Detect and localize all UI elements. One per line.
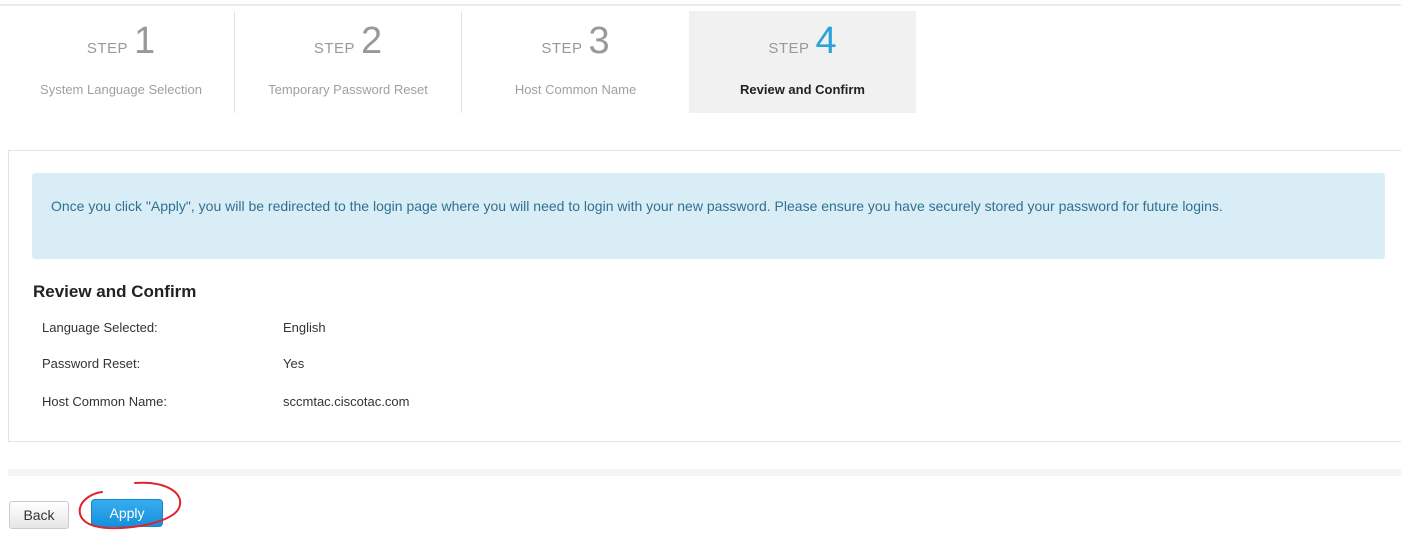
red-circle-annotation [78, 481, 182, 530]
step-2-label: Temporary Password Reset [268, 82, 428, 97]
step-2: STEP 2 Temporary Password Reset [235, 11, 462, 113]
step-word: STEP [768, 40, 810, 57]
review-row-password: Password Reset: Yes [42, 356, 304, 371]
footer-divider [8, 469, 1401, 476]
step-4-label: Review and Confirm [740, 82, 865, 97]
section-title: Review and Confirm [33, 282, 197, 301]
review-label: Host Common Name: [42, 394, 167, 409]
step-1-label: System Language Selection [40, 82, 202, 97]
step-3: STEP 3 Host Common Name [462, 11, 689, 113]
review-label: Language Selected: [42, 320, 158, 335]
review-value: Yes [283, 356, 305, 371]
step-1: STEP 1 System Language Selection [8, 11, 235, 113]
review-row-host: Host Common Name: sccmtac.ciscotac.com [42, 394, 409, 409]
review-row-language: Language Selected: English [42, 320, 326, 335]
top-divider [0, 4, 1401, 6]
step-number: 4 [815, 20, 837, 62]
step-4-heading: STEP 4 [689, 21, 916, 61]
info-alert: Once you click "Apply", you will be redi… [32, 173, 1385, 259]
step-2-heading: STEP 2 [235, 21, 461, 61]
back-button[interactable]: Back [9, 501, 69, 529]
step-number: 2 [361, 20, 383, 62]
step-number: 1 [134, 20, 156, 62]
review-value: sccmtac.ciscotac.com [283, 394, 410, 409]
review-panel: Once you click "Apply", you will be redi… [8, 150, 1401, 442]
step-4-active: STEP 4 Review and Confirm [689, 11, 916, 113]
wizard-steps: STEP 1 System Language Selection STEP 2 … [8, 11, 916, 113]
review-label: Password Reset: [42, 356, 141, 371]
step-3-label: Host Common Name [514, 82, 637, 97]
step-number: 3 [588, 20, 610, 62]
step-word: STEP [86, 40, 129, 57]
step-word: STEP [541, 40, 583, 57]
step-3-heading: STEP 3 [462, 21, 689, 61]
step-1-heading: STEP 1 [8, 21, 234, 61]
review-value: English [283, 320, 326, 335]
step-word: STEP [313, 40, 356, 57]
